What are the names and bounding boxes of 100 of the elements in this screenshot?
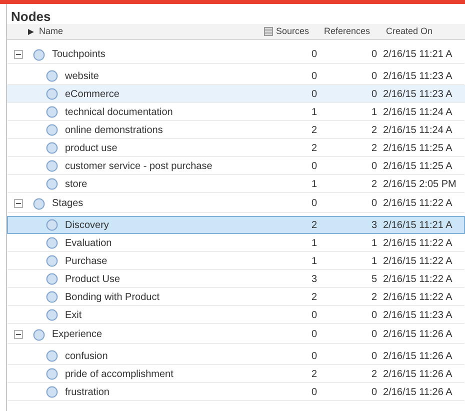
node-circle-icon bbox=[46, 237, 58, 249]
node-name: Experience bbox=[52, 328, 102, 342]
created-date: 2/16/15 11:26 A bbox=[382, 386, 454, 400]
references-count: 2 bbox=[370, 142, 378, 156]
node-name: Purchase bbox=[65, 254, 108, 268]
references-count: 0 bbox=[370, 328, 378, 342]
node-circle-icon bbox=[46, 273, 58, 285]
references-count: 0 bbox=[370, 350, 378, 364]
node-circle-icon bbox=[46, 386, 58, 398]
tree-row[interactable]: customer service - post purchase 0 0 2/16/15 11:25 A bbox=[7, 157, 465, 175]
node-circle-icon bbox=[46, 350, 58, 362]
node-name: technical documentation bbox=[65, 106, 173, 120]
sources-count: 0 bbox=[310, 197, 318, 211]
collapse-toggle[interactable] bbox=[14, 199, 23, 208]
tree-row[interactable]: Discovery 2 3 2/16/15 11:21 A bbox=[7, 216, 465, 234]
created-date: 2/16/15 11:25 A bbox=[382, 142, 454, 156]
created-date: 2/16/15 11:21 A bbox=[382, 218, 454, 232]
sources-count: 2 bbox=[310, 142, 318, 156]
references-count: 0 bbox=[370, 386, 378, 400]
node-circle-icon bbox=[46, 368, 58, 380]
sources-count: 0 bbox=[310, 350, 318, 364]
node-circle-icon bbox=[46, 178, 58, 190]
sources-count: 2 bbox=[310, 124, 318, 138]
references-count: 1 bbox=[370, 254, 378, 268]
tree-row[interactable]: Purchase 1 1 2/16/15 11:22 A bbox=[7, 252, 465, 270]
node-name: pride of accomplishment bbox=[65, 368, 174, 382]
node-name: online demonstrations bbox=[65, 124, 163, 138]
created-date: 2/16/15 11:23 A bbox=[382, 70, 454, 84]
sources-count: 0 bbox=[310, 160, 318, 174]
sources-count: 2 bbox=[310, 368, 318, 382]
panel-title: Nodes bbox=[10, 8, 52, 24]
node-circle-icon bbox=[33, 198, 45, 210]
node-name: Exit bbox=[65, 308, 82, 322]
created-date: 2/16/15 11:23 A bbox=[382, 88, 454, 102]
references-count: 0 bbox=[370, 88, 378, 102]
column-header[interactable]: Name bbox=[7, 24, 264, 38]
sources-count: 2 bbox=[310, 290, 318, 304]
sources-count: 1 bbox=[310, 106, 318, 120]
node-name: store bbox=[65, 178, 88, 192]
created-date: 2/16/15 11:22 A bbox=[382, 236, 454, 250]
node-name: frustration bbox=[65, 386, 110, 400]
created-date: 2/16/15 11:21 A bbox=[382, 48, 454, 62]
tree-row[interactable]: Evaluation 1 1 2/16/15 11:22 A bbox=[7, 234, 465, 252]
tree-row[interactable]: Bonding with Product 2 2 2/16/15 11:22 A bbox=[7, 288, 465, 306]
references-count: 0 bbox=[370, 197, 378, 211]
node-circle-icon bbox=[46, 142, 58, 154]
references-count: 0 bbox=[370, 160, 378, 174]
tree-row[interactable]: technical documentation 1 1 2/16/15 11:24 A bbox=[7, 103, 465, 121]
node-circle-icon bbox=[33, 48, 45, 60]
created-date: 2/16/15 11:23 A bbox=[382, 308, 454, 322]
sources-count: 0 bbox=[310, 328, 318, 342]
collapse-toggle[interactable] bbox=[14, 50, 23, 59]
references-count: 1 bbox=[370, 236, 378, 250]
column-header[interactable]: Sources bbox=[264, 24, 320, 38]
sources-count: 0 bbox=[310, 48, 318, 62]
sources-count: 0 bbox=[310, 386, 318, 400]
minus-icon bbox=[16, 332, 21, 337]
created-date: 2/16/15 11:22 A bbox=[382, 272, 454, 286]
tree-row[interactable]: website 0 0 2/16/15 11:23 A bbox=[7, 67, 465, 85]
references-count: 3 bbox=[370, 218, 378, 232]
sources-count: 0 bbox=[310, 70, 318, 84]
node-circle-icon bbox=[46, 124, 58, 136]
sources-count: 1 bbox=[310, 254, 318, 268]
references-count: 0 bbox=[370, 48, 378, 62]
sources-count: 2 bbox=[310, 218, 318, 232]
node-circle-icon bbox=[33, 328, 45, 340]
references-count: 0 bbox=[370, 70, 378, 84]
node-name: Evaluation bbox=[65, 236, 112, 250]
tree-row[interactable]: Product Use 3 5 2/16/15 11:22 A bbox=[7, 270, 465, 288]
minus-icon bbox=[16, 52, 21, 57]
references-count: 2 bbox=[370, 178, 378, 192]
node-name: Bonding with Product bbox=[65, 290, 160, 304]
node-circle-icon bbox=[46, 309, 58, 321]
created-date: 2/16/15 11:22 A bbox=[382, 197, 454, 211]
references-count: 1 bbox=[370, 106, 378, 120]
created-date: 2/16/15 11:24 A bbox=[382, 124, 454, 138]
tree-row[interactable]: eCommerce 0 0 2/16/15 11:23 A bbox=[7, 85, 465, 103]
node-name: product use bbox=[65, 142, 118, 156]
references-count: 2 bbox=[370, 368, 378, 382]
grid-icon bbox=[264, 27, 273, 36]
created-date: 2/16/15 11:25 A bbox=[382, 160, 454, 174]
tree-row[interactable]: online demonstrations 2 2 2/16/15 11:24 A bbox=[7, 121, 465, 139]
tree-row[interactable]: product use 2 2 2/16/15 11:25 A bbox=[7, 139, 465, 157]
column-header[interactable]: Created On bbox=[380, 24, 465, 38]
sources-count: 1 bbox=[310, 236, 318, 250]
minus-icon bbox=[16, 201, 21, 206]
created-date: 2/16/15 11:26 A bbox=[382, 350, 454, 364]
sources-count: 3 bbox=[310, 272, 318, 286]
tree-row[interactable]: store 1 2 2/16/15 2:05 PM bbox=[7, 175, 465, 193]
column-header[interactable]: References bbox=[320, 24, 380, 38]
tree-row[interactable]: confusion 0 0 2/16/15 11:26 A bbox=[7, 347, 465, 365]
collapse-toggle[interactable] bbox=[14, 330, 23, 339]
created-date: 2/16/15 11:26 A bbox=[382, 368, 454, 382]
tree-row[interactable]: pride of accomplishment 2 2 2/16/15 11:26 A bbox=[7, 365, 465, 383]
references-count: 5 bbox=[370, 272, 378, 286]
tree-row[interactable]: frustration 0 0 2/16/15 11:26 A bbox=[7, 383, 465, 401]
node-circle-icon bbox=[46, 291, 58, 303]
references-count: 0 bbox=[370, 308, 378, 322]
tree-row[interactable]: Exit 0 0 2/16/15 11:23 A bbox=[7, 306, 465, 324]
node-circle-icon bbox=[46, 106, 58, 118]
